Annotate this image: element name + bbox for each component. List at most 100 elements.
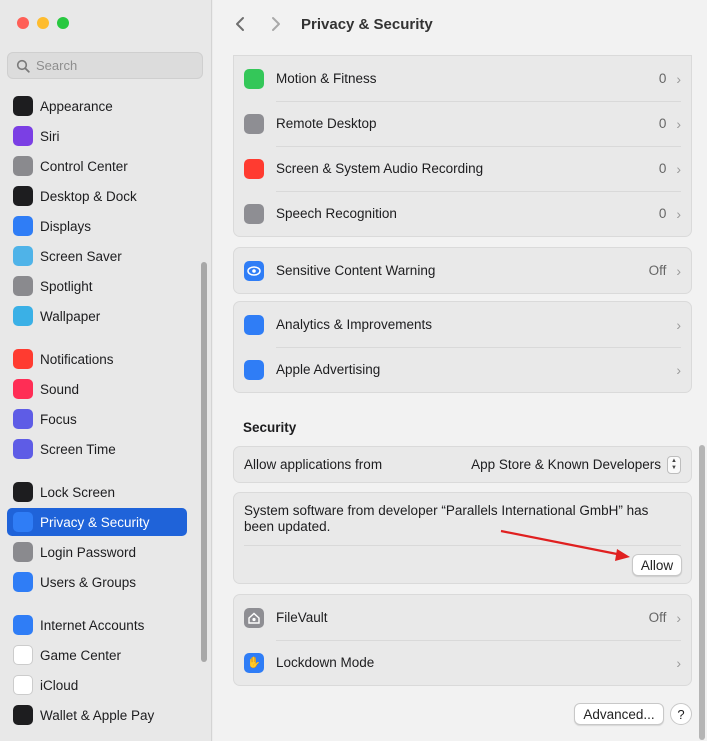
zoom-window-button[interactable] <box>57 17 69 29</box>
desktop-dock-icon <box>13 186 33 206</box>
apple-advertising-row[interactable]: Apple Advertising › <box>234 347 691 392</box>
sidebar-item-desktop-dock[interactable]: Desktop & Dock <box>7 182 187 210</box>
close-window-button[interactable] <box>17 17 29 29</box>
privacy-permissions-group: Motion & Fitness 0 › Remote Desktop 0 › Screen… <box>233 55 692 237</box>
chevron-right-icon: › <box>676 316 681 333</box>
sidebar-item-label: Game Center <box>40 647 122 663</box>
sidebar-scrollbar[interactable] <box>201 262 207 662</box>
sidebar-item-wallet-apple-pay[interactable]: Wallet & Apple Pay <box>7 701 187 729</box>
sidebar-item-siri[interactable]: Siri <box>7 122 187 150</box>
sidebar-item-screen-time[interactable]: Screen Time <box>7 435 187 463</box>
advanced-button[interactable]: Advanced... <box>574 703 664 725</box>
allow-applications-select[interactable]: App Store & Known Developers ▲ ▼ <box>471 455 681 474</box>
sidebar-item-wallpaper[interactable]: Wallpaper <box>7 302 187 330</box>
system-software-notice-text: System software from developer “Parallel… <box>244 503 649 534</box>
record-icon <box>244 158 264 179</box>
search-field[interactable] <box>7 52 203 79</box>
lockdown-mode-row[interactable]: ✋ Lockdown Mode › <box>234 640 691 685</box>
filevault-row[interactable]: FileVault Off › <box>234 595 691 640</box>
sidebar-item-label: Internet Accounts <box>40 617 145 633</box>
control-center-icon <box>13 156 33 176</box>
sidebar-item-label: Sound <box>40 381 80 397</box>
sidebar-item-internet-accounts[interactable]: Internet Accounts <box>7 611 187 639</box>
row-label: Apple Advertising <box>276 362 381 377</box>
sound-icon <box>13 379 33 399</box>
waveform-icon <box>244 203 264 224</box>
sidebar-item-users-groups[interactable]: Users & Groups <box>7 568 187 596</box>
sidebar-item-login-password[interactable]: Login Password <box>7 538 187 566</box>
sidebar-item-label: Appearance <box>40 98 113 114</box>
appearance-icon <box>13 96 33 116</box>
forward-button[interactable] <box>263 11 289 37</box>
security-section-title: Security <box>243 420 297 435</box>
analytics-improvements-row[interactable]: Analytics & Improvements › <box>234 302 691 347</box>
filevault-label: FileVault <box>276 610 328 625</box>
sidebar-item-sound[interactable]: Sound <box>7 375 187 403</box>
toolbar: Privacy & Security <box>213 0 707 48</box>
speech-recognition-row[interactable]: Speech Recognition 0 › <box>234 191 691 236</box>
sidebar-item-label: Users & Groups <box>40 574 137 590</box>
sensitive-content-row[interactable]: Sensitive Content Warning Off › <box>234 248 691 293</box>
sidebar-item-notifications[interactable]: Notifications <box>7 345 187 373</box>
row-value: 0 <box>658 206 667 221</box>
sidebar: Appearance Siri Control Center Desktop & Do… <box>0 0 212 741</box>
login-password-icon <box>13 542 33 562</box>
motion-fitness-row[interactable]: Motion & Fitness 0 › <box>234 56 691 101</box>
sidebar-item-label: Wallet & Apple Pay <box>40 707 155 723</box>
megaphone-icon <box>244 359 264 380</box>
search-icon <box>16 59 30 73</box>
row-label: Screen & System Audio Recording <box>276 161 484 176</box>
sidebar-item-displays[interactable]: Displays <box>7 212 187 240</box>
sidebar-item-icloud[interactable]: iCloud <box>7 671 187 699</box>
screen-saver-icon <box>13 246 33 266</box>
help-button[interactable]: ? <box>670 703 692 725</box>
sidebar-item-label: Screen Saver <box>40 248 122 264</box>
divider <box>244 545 681 546</box>
allow-applications-group: Allow applications from App Store & Know… <box>233 446 692 483</box>
chevron-left-icon <box>236 17 244 31</box>
row-value: 0 <box>658 116 667 131</box>
allow-button[interactable]: Allow <box>632 554 682 576</box>
sidebar-item-lock-screen[interactable]: Lock Screen <box>7 478 187 506</box>
users-groups-icon <box>13 572 33 592</box>
sidebar-item-control-center[interactable]: Control Center <box>7 152 187 180</box>
search-input[interactable] <box>36 58 196 73</box>
sidebar-item-spotlight[interactable]: Spotlight <box>7 272 187 300</box>
allow-applications-row: Allow applications from App Store & Know… <box>234 447 691 482</box>
remote-desktop-row[interactable]: Remote Desktop 0 › <box>234 101 691 146</box>
sidebar-item-label: iCloud <box>40 677 79 693</box>
system-software-notice: System software from developer “Parallel… <box>233 492 692 584</box>
sidebar-item-privacy-security[interactable]: Privacy & Security <box>7 508 187 536</box>
lockdown-hand-icon: ✋ <box>244 652 264 673</box>
sidebar-item-game-center[interactable]: Game Center <box>7 641 187 669</box>
sensitive-content-group: Sensitive Content Warning Off › <box>233 247 692 294</box>
privacy-hand-icon <box>13 512 33 532</box>
filevault-value: Off <box>648 610 667 625</box>
game-center-icon <box>13 645 33 665</box>
row-label: Remote Desktop <box>276 116 377 131</box>
sidebar-item-appearance[interactable]: Appearance <box>7 92 187 120</box>
chevron-right-icon <box>272 17 280 31</box>
binoculars-icon <box>244 113 264 134</box>
sidebar-item-label: Lock Screen <box>40 484 116 500</box>
screen-system-audio-recording-row[interactable]: Screen & System Audio Recording 0 › <box>234 146 691 191</box>
sidebar-item-screen-saver[interactable]: Screen Saver <box>7 242 187 270</box>
sensitive-content-value: Off <box>648 263 667 278</box>
minimize-window-button[interactable] <box>37 17 49 29</box>
main-pane: Privacy & Security Motion & Fitness 0 › Rem… <box>213 0 707 741</box>
filevault-lockdown-group: FileVault Off › ✋ Lockdown Mode › <box>233 594 692 686</box>
sensitive-content-label: Sensitive Content Warning <box>276 263 436 278</box>
sidebar-item-label: Siri <box>40 128 60 144</box>
updown-arrows-icon: ▲ ▼ <box>667 455 681 474</box>
siri-icon <box>13 126 33 146</box>
back-button[interactable] <box>227 11 253 37</box>
notifications-icon <box>13 349 33 369</box>
chevron-right-icon: › <box>676 609 681 626</box>
screen-time-icon <box>13 439 33 459</box>
chevron-right-icon: › <box>676 361 681 378</box>
sidebar-item-label: Focus <box>40 411 77 427</box>
sidebar-item-focus[interactable]: Focus <box>7 405 187 433</box>
main-scrollbar[interactable] <box>699 445 705 740</box>
sidebar-item-label: Login Password <box>40 544 137 560</box>
wallpaper-icon <box>13 306 33 326</box>
